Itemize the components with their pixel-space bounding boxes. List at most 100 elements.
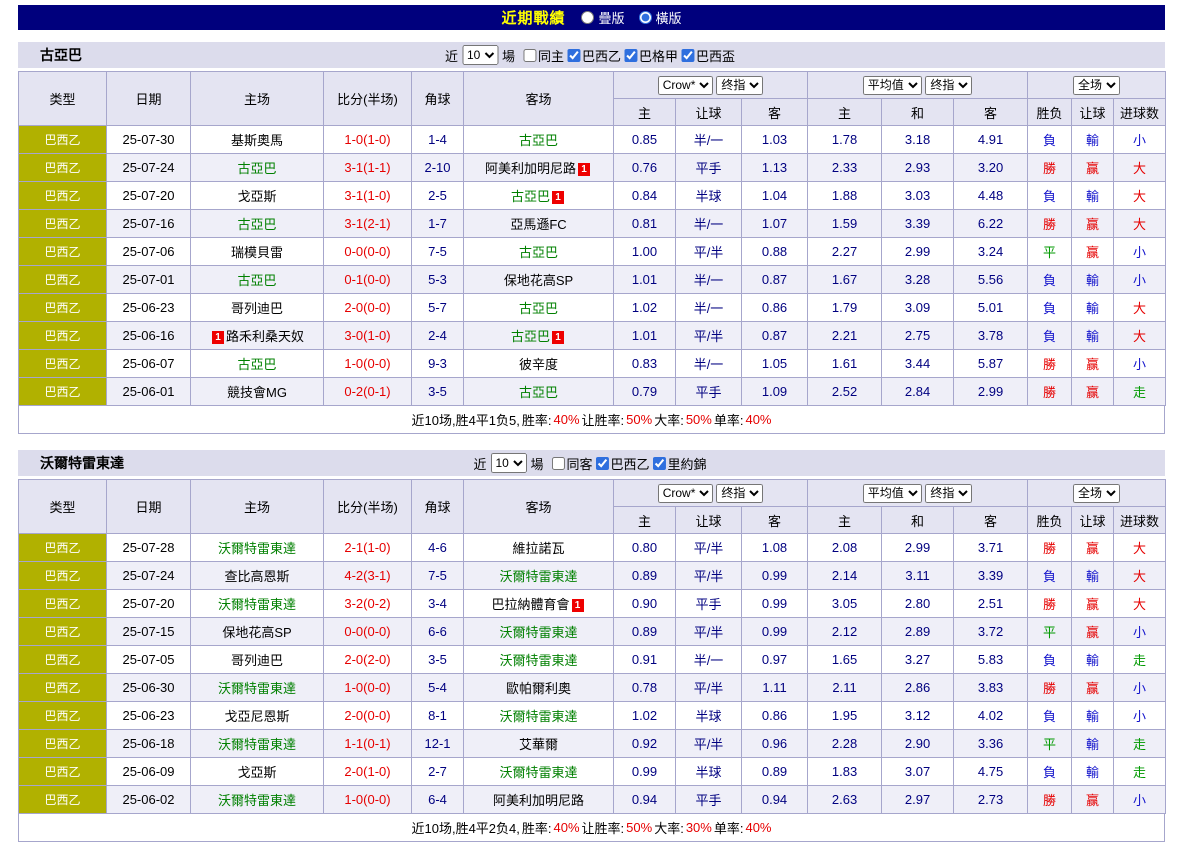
result-handicap: 輸 — [1072, 646, 1114, 674]
matches-body: 巴西乙25-07-30基斯奧馬1-0(1-0)1-4古亞巴0.85半/一1.03… — [19, 126, 1166, 406]
filter-checkbox-serie-b[interactable] — [596, 457, 609, 470]
team-name: 哥列迪巴 — [231, 301, 283, 316]
euro-odds-home: 2.12 — [808, 618, 882, 646]
league-badge: 巴西乙 — [19, 294, 107, 322]
home-team[interactable]: 古亞巴 — [191, 154, 324, 182]
filter-checkbox-state-league[interactable] — [624, 49, 637, 62]
euro-odds-home: 1.67 — [808, 266, 882, 294]
filter-checkbox-same-away[interactable] — [551, 457, 564, 470]
layout-radio-stack[interactable] — [581, 11, 594, 24]
away-team[interactable]: 保地花高SP — [464, 266, 614, 294]
home-team[interactable]: 沃爾特雷東達 — [191, 590, 324, 618]
asian-odds-source-select[interactable]: Crow* — [658, 76, 713, 95]
home-team[interactable]: 戈亞尼恩斯 — [191, 702, 324, 730]
filter-serie-b[interactable]: 巴西乙 — [596, 454, 650, 473]
team-section-2: 沃爾特雷東達 近 10 場 同客巴西乙里約錦 类型 日期 — [18, 450, 1165, 842]
team-name: 古亞巴 — [237, 273, 276, 288]
asian-odds-away: 1.08 — [742, 534, 808, 562]
home-team[interactable]: 古亞巴 — [191, 266, 324, 294]
result-handicap: 輸 — [1072, 322, 1114, 350]
filter-checkbox-serie-b[interactable] — [567, 49, 580, 62]
asian-odds-stage-select[interactable]: 终指 — [716, 484, 763, 503]
away-team[interactable]: 維拉諾瓦 — [464, 534, 614, 562]
euro-odds-home: 1.79 — [808, 294, 882, 322]
away-team[interactable]: 沃爾特雷東達 — [464, 702, 614, 730]
away-team[interactable]: 彼辛度 — [464, 350, 614, 378]
team-name: 哥列迪巴 — [231, 653, 283, 668]
home-team[interactable]: 哥列迪巴 — [191, 646, 324, 674]
asian-handicap: 半/一 — [676, 646, 742, 674]
filter-state-league[interactable]: 巴格甲 — [624, 46, 678, 65]
asian-odds-away: 0.97 — [742, 646, 808, 674]
away-team[interactable]: 亞馬遜FC — [464, 210, 614, 238]
euro-odds-source-select[interactable]: 平均值 — [863, 76, 922, 95]
summary-stat-label: 胜率: — [522, 818, 552, 837]
away-team[interactable]: 阿美利加明尼路 — [464, 786, 614, 814]
euro-odds-stage-select[interactable]: 终指 — [925, 76, 972, 95]
filter-same-home[interactable]: 同主 — [523, 46, 564, 65]
away-team[interactable]: 阿美利加明尼路1 — [464, 154, 614, 182]
home-team[interactable]: 沃爾特雷東達 — [191, 786, 324, 814]
summary-record: 近10场,胜4平1负5, — [412, 410, 520, 429]
euro-odds-home: 2.27 — [808, 238, 882, 266]
recent-count-select[interactable]: 10 — [490, 453, 526, 473]
result-scope-select[interactable]: 全场 — [1073, 484, 1120, 503]
home-team[interactable]: 哥列迪巴 — [191, 294, 324, 322]
asian-odds-source-select[interactable]: Crow* — [658, 484, 713, 503]
away-team[interactable]: 古亞巴 — [464, 378, 614, 406]
away-team[interactable]: 沃爾特雷東達 — [464, 758, 614, 786]
away-team[interactable]: 古亞巴 — [464, 294, 614, 322]
league-badge: 巴西乙 — [19, 266, 107, 294]
euro-odds-source-select[interactable]: 平均值 — [863, 484, 922, 503]
home-team[interactable]: 基斯奧馬 — [191, 126, 324, 154]
away-team[interactable]: 沃爾特雷東達 — [464, 562, 614, 590]
filter-serie-b[interactable]: 巴西乙 — [567, 46, 621, 65]
home-team[interactable]: 戈亞斯 — [191, 182, 324, 210]
away-team[interactable]: 沃爾特雷東達 — [464, 618, 614, 646]
home-team[interactable]: 競技會MG — [191, 378, 324, 406]
away-team[interactable]: 古亞巴 — [464, 126, 614, 154]
euro-odds-draw: 3.11 — [882, 562, 954, 590]
matches-table: 类型 日期 主场 比分(半场) 角球 客场 Crow* 终指 平均值 终指 — [18, 71, 1166, 406]
filter-checkbox-rio-league[interactable] — [653, 457, 666, 470]
away-team[interactable]: 古亞巴 — [464, 238, 614, 266]
filter-checkbox-same-home[interactable] — [523, 49, 536, 62]
red-card-badge: 1 — [578, 163, 590, 176]
home-team[interactable]: 瑞模貝雷 — [191, 238, 324, 266]
away-team[interactable]: 歐帕爾利奧 — [464, 674, 614, 702]
result-wdl: 平 — [1028, 618, 1072, 646]
euro-odds-stage-select[interactable]: 终指 — [925, 484, 972, 503]
home-team[interactable]: 沃爾特雷東達 — [191, 534, 324, 562]
filter-rio-league[interactable]: 里約錦 — [653, 454, 707, 473]
home-team[interactable]: 沃爾特雷東達 — [191, 730, 324, 758]
filter-brazil-cup[interactable]: 巴西盃 — [681, 46, 735, 65]
away-team[interactable]: 古亞巴1 — [464, 322, 614, 350]
asian-odds-stage-select[interactable]: 终指 — [716, 76, 763, 95]
euro-odds-draw: 2.75 — [882, 322, 954, 350]
home-team[interactable]: 查比高恩斯 — [191, 562, 324, 590]
recent-count-select[interactable]: 10 — [462, 45, 498, 65]
layout-option-horizontal[interactable]: 橫版 — [639, 8, 682, 27]
match-date: 25-07-28 — [107, 534, 191, 562]
layout-option-stack[interactable]: 疊版 — [581, 8, 624, 27]
asian-odds-group: Crow* 终指 — [614, 480, 808, 507]
result-scope-select[interactable]: 全场 — [1073, 76, 1120, 95]
away-team[interactable]: 巴拉納體育會1 — [464, 590, 614, 618]
home-team[interactable]: 沃爾特雷東達 — [191, 674, 324, 702]
home-team[interactable]: 保地花高SP — [191, 618, 324, 646]
home-team[interactable]: 古亞巴 — [191, 210, 324, 238]
filter-checkbox-brazil-cup[interactable] — [681, 49, 694, 62]
away-team[interactable]: 艾華爾 — [464, 730, 614, 758]
home-team[interactable]: 戈亞斯 — [191, 758, 324, 786]
match-score: 3-0(1-0) — [324, 322, 412, 350]
away-team[interactable]: 沃爾特雷東達 — [464, 646, 614, 674]
asian-odds-away: 1.13 — [742, 154, 808, 182]
away-team[interactable]: 古亞巴1 — [464, 182, 614, 210]
filter-same-away[interactable]: 同客 — [551, 454, 592, 473]
home-team[interactable]: 1路禾利桑天奴 — [191, 322, 324, 350]
team-name: 戈亞斯 — [237, 189, 276, 204]
asian-handicap: 半球 — [676, 702, 742, 730]
match-row: 巴西乙25-06-02沃爾特雷東達1-0(0-0)6-4阿美利加明尼路0.94平… — [19, 786, 1166, 814]
layout-radio-horizontal[interactable] — [639, 11, 652, 24]
home-team[interactable]: 古亞巴 — [191, 350, 324, 378]
